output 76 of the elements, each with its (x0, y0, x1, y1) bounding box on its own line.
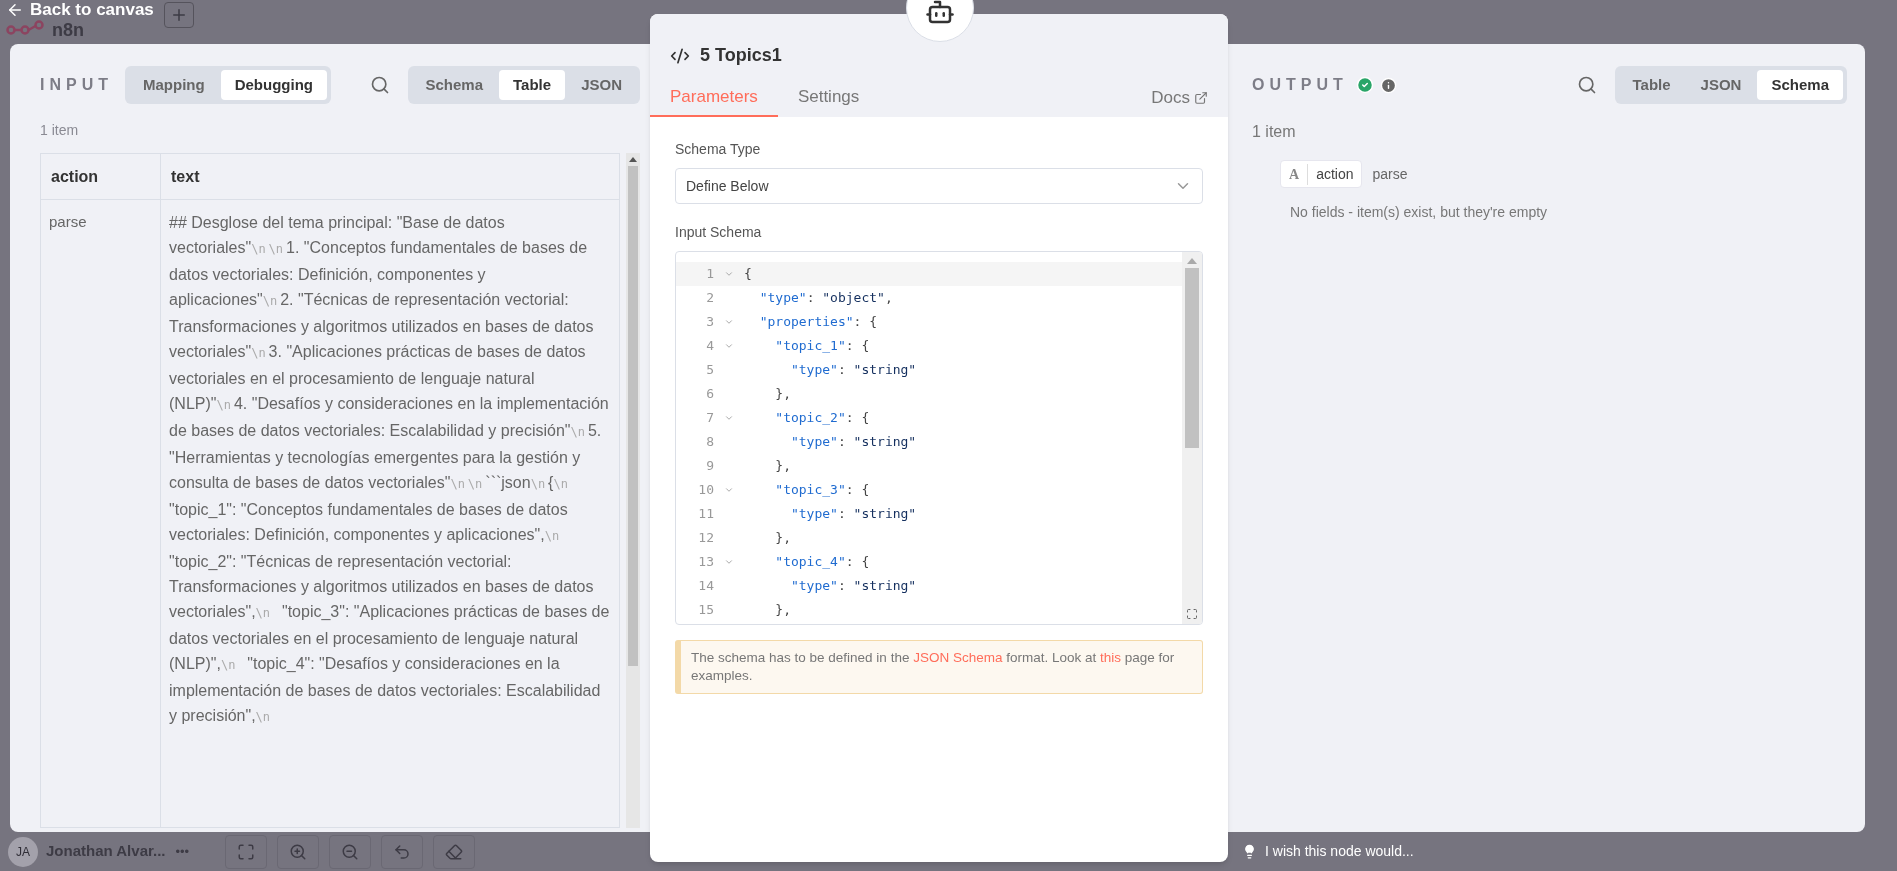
code-line: 11 "type": "string" (697, 505, 918, 524)
notice-link[interactable]: this (1100, 650, 1121, 665)
zoom-out-icon (341, 842, 360, 861)
code-line: 8 "type": "string" (705, 433, 918, 452)
external-link-icon (1194, 91, 1208, 105)
column-header: text (170, 166, 201, 187)
search-icon[interactable] (1576, 75, 1597, 95)
docs-link[interactable]: Docs (1151, 79, 1208, 117)
add-button[interactable] (163, 2, 194, 28)
panel-tab[interactable]: Parameters (650, 79, 778, 117)
type-badge: A (1289, 163, 1309, 185)
fit-view-button[interactable] (225, 834, 268, 869)
item-count: 1 item (40, 121, 79, 140)
view-tab[interactable]: JSON (567, 70, 636, 100)
resize-icon[interactable] (1186, 608, 1198, 620)
field-label: Input Schema (675, 223, 762, 242)
logo-text: n8n (52, 20, 84, 40)
notice-link[interactable]: JSON Schema (913, 650, 1003, 665)
table-cell-text: ## Desglose del tema principal: "Base de datos vectoriales"\n \n 1. "Conceptos fundamentales de bases de datos vectoriales: Definición, componentes y aplicaciones"\n 2. "Técnicas de representación vectorial: Transformaciones y algoritmos utilizados en bases de datos vectoriales"\n 3. "Aplicaciones prácticas de bases de datos vectoriales en el procesamiento de lenguaje natural (NLP)"\n 4. "Desafíos y consideraciones en la implementación de bases de datos vectoriales: Escalabilidad y precisión"\n 5. "Herramientas y tecnologías emergentes para la gestión y consulta de bases de datos vectoriales"\n \n ```json\n {\n "topic_1": "Conceptos fundamentales de bases de datos vectoriales: Definición, componentes y aplicaciones",\n "topic_2": "Técnicas de representación vectorial: Transformaciones y algoritmos utilizados en bases de datos vectoriales",\n "topic_3": "Aplicaciones prácticas de bases de datos vectoriales en el procesamiento de lenguaje natural (NLP)",\n "topic_4": "Desafíos y consideraciones en la implementación de bases de datos vectoriales: Escalabilidad y precisión",\n (169, 213, 611, 726)
view-tab[interactable]: Table (1618, 70, 1685, 100)
user-avatar: JA (8, 836, 38, 867)
user-name: Jonathan Alvar... (46, 841, 166, 862)
back-to-canvas-link[interactable]: Back to canvas (6, 0, 154, 20)
schema-field-pill[interactable]: A action (1280, 160, 1363, 188)
info-icon[interactable] (1379, 76, 1397, 94)
fold-icon[interactable] (724, 341, 734, 351)
undo-icon (393, 842, 412, 861)
view-tab[interactable]: Schema (411, 70, 498, 100)
code-line: 6 }, (705, 385, 792, 404)
fold-icon[interactable] (724, 317, 734, 327)
lightbulb-icon (1242, 844, 1257, 859)
zoom-in-button[interactable] (277, 834, 320, 869)
code-line: 9 }, (705, 457, 792, 476)
input-title: INPUT (40, 75, 113, 95)
code-line: 14 "type": "string" (697, 577, 918, 596)
undo-button[interactable] (381, 834, 424, 869)
scrollbar[interactable] (626, 153, 640, 828)
search-icon[interactable] (369, 75, 390, 95)
item-count: 1 item (1252, 122, 1296, 142)
view-tab[interactable]: Debugging (220, 70, 327, 100)
feedback-link[interactable]: I wish this node would... (1265, 841, 1414, 862)
code-line: 15 }, (697, 601, 792, 620)
code-line: 4 "topic_1": { (705, 337, 871, 356)
view-tab[interactable]: Schema (1757, 70, 1843, 100)
code-line: 2 "type": "object", (705, 289, 894, 308)
fold-icon[interactable] (724, 557, 734, 567)
field-value: parse (1372, 164, 1408, 184)
code-line: 13 "topic_4": { (697, 553, 871, 572)
code-line: 7 "topic_2": { (705, 409, 871, 428)
field-label: Schema Type (675, 140, 761, 159)
eraser-icon (445, 842, 464, 861)
code-line: 5 "type": "string" (705, 361, 918, 380)
table-cell: parse (49, 213, 87, 230)
user-menu[interactable]: ••• (175, 841, 190, 862)
fold-icon[interactable] (724, 413, 734, 423)
scrollbar[interactable] (1182, 252, 1202, 624)
panel-tab[interactable]: Settings (777, 79, 880, 117)
zoom-out-button[interactable] (329, 834, 372, 869)
node-title: 5 Topics1 (700, 44, 782, 67)
field-name: action (1316, 164, 1354, 184)
code-line: 12 }, (697, 529, 792, 548)
clear-button[interactable] (433, 834, 476, 869)
zoom-in-icon (289, 842, 308, 861)
fold-icon[interactable] (724, 269, 734, 279)
view-tab[interactable]: Mapping (129, 70, 219, 100)
code-line: 10 "topic_3": { (697, 481, 871, 500)
code-line: 3 "properties": { (705, 313, 879, 332)
view-tab[interactable]: Table (499, 70, 566, 100)
fold-icon[interactable] (724, 485, 734, 495)
schema-type-select[interactable]: Define Below (675, 168, 1203, 204)
output-title: OUTPUT (1252, 75, 1348, 95)
column-header: action (41, 154, 161, 199)
notice-text: The schema has to be defined in the JSON Schema format. Look at this page for examples. (691, 649, 1176, 685)
fit-view-icon (237, 842, 256, 861)
view-tab[interactable]: JSON (1686, 70, 1756, 100)
empty-note: No fields - item(s) exist, but they're empty (1290, 203, 1548, 222)
